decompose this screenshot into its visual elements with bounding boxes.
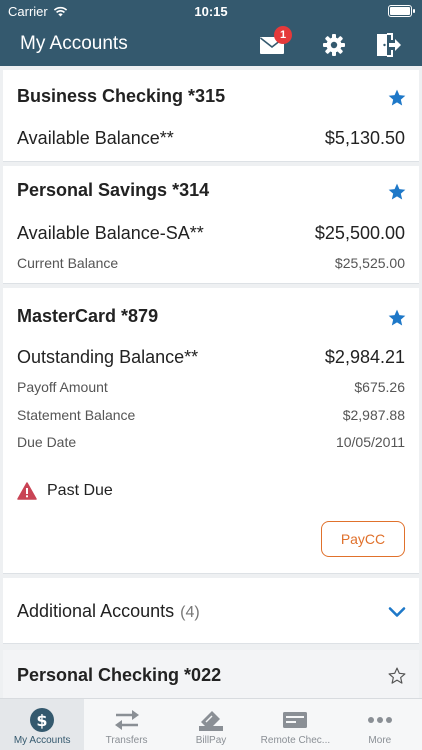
detail-label: Statement Balance [17,407,136,423]
status-bar: Carrier 10:15 [0,0,422,22]
more-dots-icon [366,707,394,733]
detail-label: Payoff Amount [17,379,108,395]
logout-button[interactable] [372,30,404,60]
tab-more[interactable]: More [338,699,422,750]
account-card-mastercard[interactable]: MasterCard *879 Outstanding Balance** $2… [3,288,419,574]
app-header: Carrier 10:15 My Accounts 1 [0,0,422,66]
balance-label: Available Balance-SA** [17,223,204,243]
detail-value: $675.26 [354,379,405,395]
chevron-down-icon [388,607,406,617]
status-time: 10:15 [194,4,228,19]
detail-row: Current Balance $25,525.00 [17,255,405,271]
detail-value: $2,987.88 [342,407,405,423]
bottom-tab-bar: $ My Accounts Transfers BillPay Remote C… [0,698,422,750]
star-filled-icon[interactable] [387,182,407,202]
star-filled-icon[interactable] [387,88,407,108]
balance-row: Outstanding Balance** $2,984.21 [17,347,405,368]
balance-row: Available Balance-SA** $25,500.00 [17,223,405,244]
settings-button[interactable] [318,30,350,60]
warning-triangle-icon [17,482,37,500]
tab-label: Remote Chec... [260,735,331,746]
additional-accounts-label: Additional Accounts (4) [17,601,200,621]
balance-row: Available Balance** $5,130.50 [17,128,405,149]
detail-label: Current Balance [17,255,119,271]
tab-my-accounts[interactable]: $ My Accounts [0,699,85,750]
star-outline-icon[interactable] [387,666,407,686]
star-filled-icon[interactable] [387,308,407,328]
account-name: Personal Savings *314 [17,180,210,200]
title-bar: My Accounts 1 [0,22,422,66]
tab-label: BillPay [195,735,227,746]
additional-accounts-toggle[interactable]: Additional Accounts (4) [3,578,419,644]
detail-row: Statement Balance $2,987.88 [17,407,405,423]
tab-label: Transfers [105,735,148,746]
balance-value: $25,500.00 [314,223,405,243]
account-name: Personal Checking *022 [17,665,222,685]
page-title: My Accounts [20,33,128,54]
detail-row: Due Date 10/05/2011 [17,434,405,450]
paycc-button[interactable]: PayCC [321,521,405,557]
alert-text: Past Due [47,482,113,499]
battery-icon [388,5,415,17]
check-deposit-icon [281,707,309,733]
gear-icon [323,34,345,56]
logout-icon [377,33,401,57]
accounts-list: Business Checking *315 Available Balance… [0,66,422,698]
dollar-icon: $ [28,707,56,733]
account-name: MasterCard *879 [17,306,159,326]
account-card-business-checking[interactable]: Business Checking *315 Available Balance… [3,70,419,162]
balance-label: Outstanding Balance** [17,347,199,367]
unread-badge: 1 [274,26,292,44]
tab-remote-check[interactable]: Remote Chec... [253,699,337,750]
account-card-personal-savings[interactable]: Personal Savings *314 Available Balance-… [3,166,419,284]
tab-transfers[interactable]: Transfers [84,699,168,750]
tab-billpay[interactable]: BillPay [169,699,253,750]
svg-text:$: $ [37,711,48,730]
messages-button[interactable]: 1 [256,26,292,60]
detail-row: Payoff Amount $675.26 [17,379,405,395]
account-name: Business Checking *315 [17,86,226,106]
balance-label: Available Balance** [17,128,174,148]
detail-value: 10/05/2011 [335,434,405,450]
past-due-alert: Past Due [17,482,113,500]
account-card-personal-checking[interactable]: Personal Checking *022 [3,650,419,698]
balance-value: $2,984.21 [324,347,405,367]
bill-icon [197,707,225,733]
balance-value: $5,130.50 [324,128,405,148]
tab-label: More [368,735,392,746]
additional-accounts-count: (4) [180,604,200,621]
detail-value: $25,525.00 [334,255,405,271]
tab-label: My Accounts [13,735,71,746]
transfer-arrows-icon [113,707,141,733]
detail-label: Due Date [17,434,77,450]
